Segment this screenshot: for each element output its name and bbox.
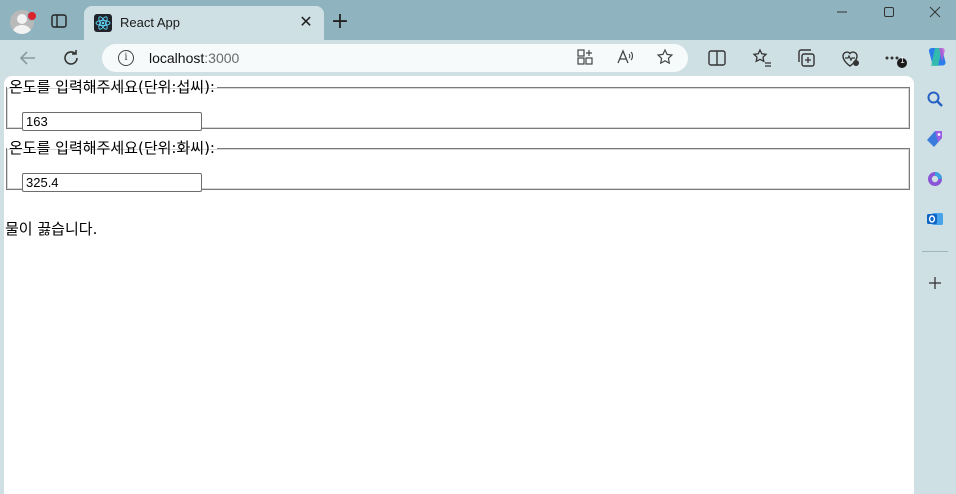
page-viewport: 온도를 입력해주세요(단위:섭씨): 온도를 입력해주세요(단위:화씨): 물이… xyxy=(4,76,914,494)
fahrenheit-legend: 온도를 입력해주세요(단위:화씨): xyxy=(9,139,215,157)
sidebar-office-icon[interactable] xyxy=(926,170,944,188)
tab-react-app[interactable]: React App ✕ xyxy=(84,6,324,40)
minimize-icon[interactable] xyxy=(828,4,856,24)
sidebar-divider xyxy=(922,251,948,252)
sidebar-outlook-icon[interactable] xyxy=(926,210,944,228)
tab-actions-icon[interactable] xyxy=(50,13,68,29)
boiling-verdict: 물이 끓습니다. xyxy=(5,220,98,238)
read-aloud-icon[interactable] xyxy=(615,48,635,68)
browser-essentials-icon[interactable] xyxy=(838,46,862,70)
react-logo-icon xyxy=(94,14,112,32)
split-screen-icon[interactable] xyxy=(705,46,729,70)
notification-badge: 1 xyxy=(900,56,905,65)
edge-sidebar xyxy=(914,76,956,494)
close-window-icon[interactable] xyxy=(921,4,949,24)
celsius-legend: 온도를 입력해주세요(단위:섭씨): xyxy=(9,78,215,96)
address-bar[interactable]: i localhost:3000 xyxy=(102,44,688,72)
favorites-icon[interactable] xyxy=(750,46,774,70)
refresh-icon[interactable] xyxy=(59,46,83,70)
tab-close-icon[interactable]: ✕ xyxy=(298,14,314,30)
sidebar-search-icon[interactable] xyxy=(926,90,944,108)
back-icon[interactable] xyxy=(16,46,40,70)
tab-title: React App xyxy=(120,15,180,30)
copilot-icon[interactable] xyxy=(924,44,950,70)
app-available-icon[interactable] xyxy=(575,48,595,68)
collections-icon[interactable] xyxy=(794,46,818,70)
browser-toolbar: i localhost:3000 1 xyxy=(0,40,956,76)
celsius-fieldset: 온도를 입력해주세요(단위:섭씨): xyxy=(6,78,910,131)
new-tab-icon[interactable]: + xyxy=(330,11,350,33)
profile-status-dot xyxy=(27,11,37,21)
more-options-icon[interactable]: 1 xyxy=(882,46,907,70)
browser-window: React App ✕ + i localhost:3000 1 온도를 입력해… xyxy=(0,0,956,494)
fahrenheit-input[interactable] xyxy=(22,173,202,192)
maximize-icon[interactable] xyxy=(875,4,903,24)
url-text: localhost:3000 xyxy=(149,50,240,66)
title-bar: React App ✕ + xyxy=(0,0,956,40)
celsius-input[interactable] xyxy=(22,112,202,131)
site-info-icon[interactable]: i xyxy=(118,50,134,66)
sidebar-shopping-icon[interactable] xyxy=(926,130,944,148)
fahrenheit-fieldset: 온도를 입력해주세요(단위:화씨): xyxy=(6,139,910,192)
sidebar-add-icon[interactable] xyxy=(926,274,944,292)
favorite-star-icon[interactable] xyxy=(655,48,675,68)
